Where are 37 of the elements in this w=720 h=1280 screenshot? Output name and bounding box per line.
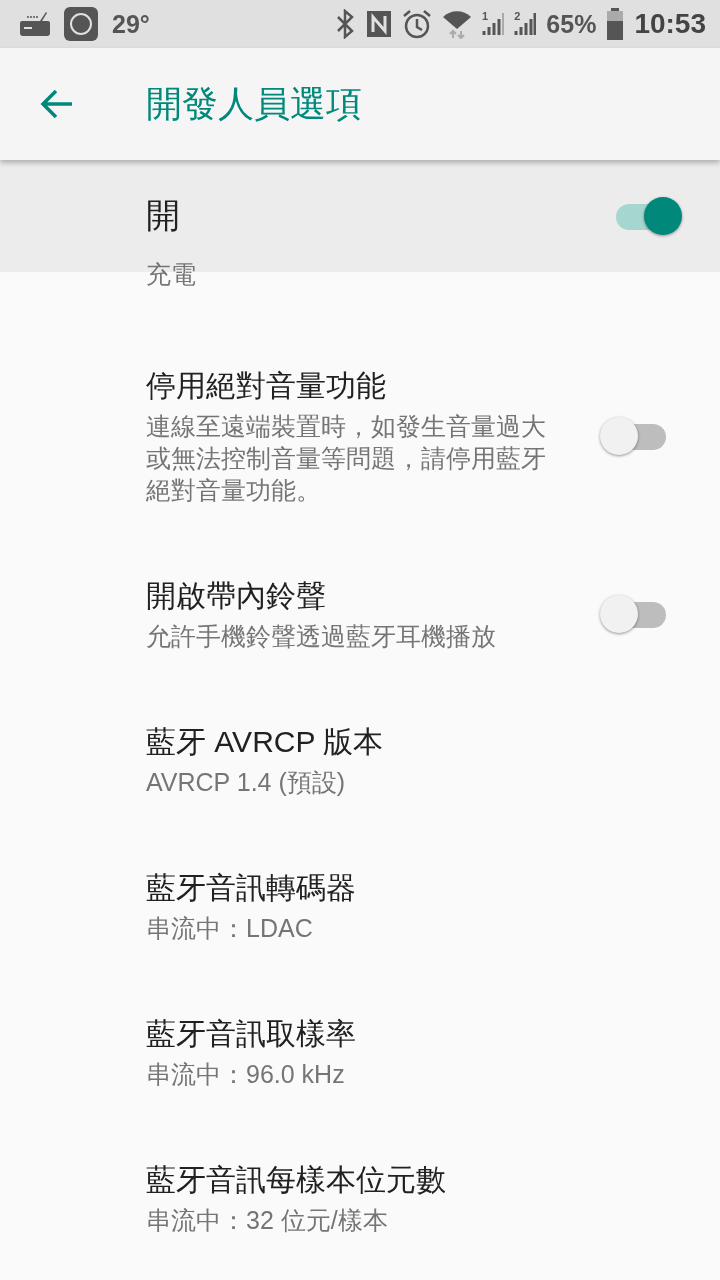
- alarm-icon: [402, 9, 433, 39]
- setting-summary: 允許手機鈴聲透過藍牙耳機播放: [146, 621, 497, 652]
- setting-item[interactable]: 藍牙音訊轉碼器 串流中：LDAC: [146, 850, 666, 966]
- setting-item[interactable]: 藍牙 AVRCP 版本 AVRCP 1.4 (預設): [146, 704, 666, 820]
- setting-title: 藍牙音訊每樣本位元數: [146, 1162, 447, 1198]
- switch-label: 開: [146, 195, 180, 236]
- setting-title: 停用絕對音量功能: [146, 368, 387, 404]
- toggle-switch[interactable]: [600, 594, 666, 634]
- clock-time: 10:53: [634, 8, 706, 40]
- battery-icon: [606, 8, 625, 40]
- setting-summary: AVRCP 1.4 (預設): [146, 767, 347, 798]
- signal-icon: [514, 11, 537, 37]
- radio-icon: [20, 11, 50, 37]
- signal-icon: [482, 11, 505, 37]
- setting-item[interactable]: 開啟帶內鈴聲 允許手機鈴聲透過藍牙耳機播放: [146, 558, 666, 674]
- toggle-switch[interactable]: [616, 196, 682, 236]
- back-icon[interactable]: [40, 89, 74, 119]
- wifi-icon: [442, 9, 473, 39]
- toggle-switch[interactable]: [600, 416, 666, 456]
- setting-item[interactable]: 藍牙音訊每樣本位元數 串流中：32 位元/樣本: [146, 1142, 666, 1258]
- setting-title: 藍牙 AVRCP 版本: [146, 724, 385, 760]
- screen-title: 開發人員選項: [146, 81, 362, 126]
- setting-summary: 串流中：96.0 kHz: [146, 1059, 346, 1090]
- temperature-text: 29°: [112, 9, 150, 39]
- nfc-icon: [366, 10, 393, 38]
- app-icon: [64, 7, 98, 41]
- setting-summary: 連線至遠端裝置時，如發生音量過大或無法控制音量等問題，請停用藍牙絕對音量功能。: [146, 411, 546, 506]
- setting-title: 藍牙音訊轉碼器: [146, 870, 357, 906]
- sim-number: 1: [482, 11, 489, 22]
- sim-number: 2: [514, 11, 521, 22]
- setting-summary: 串流中：32 位元/樣本: [146, 1205, 389, 1236]
- battery-percentage: 65%: [546, 9, 597, 39]
- setting-title: 開啟帶內鈴聲: [146, 578, 327, 614]
- setting-item[interactable]: 停用絕對音量功能 連線至遠端裝置時，如發生音量過大或無法控制音量等問題，請停用藍牙絕對音量功能。: [146, 348, 666, 528]
- setting-title: 藍牙音訊取樣率: [146, 1016, 357, 1052]
- setting-item[interactable]: 藍牙音訊取樣率 串流中：96.0 kHz: [146, 996, 666, 1112]
- setting-summary: 串流中：LDAC: [146, 913, 314, 944]
